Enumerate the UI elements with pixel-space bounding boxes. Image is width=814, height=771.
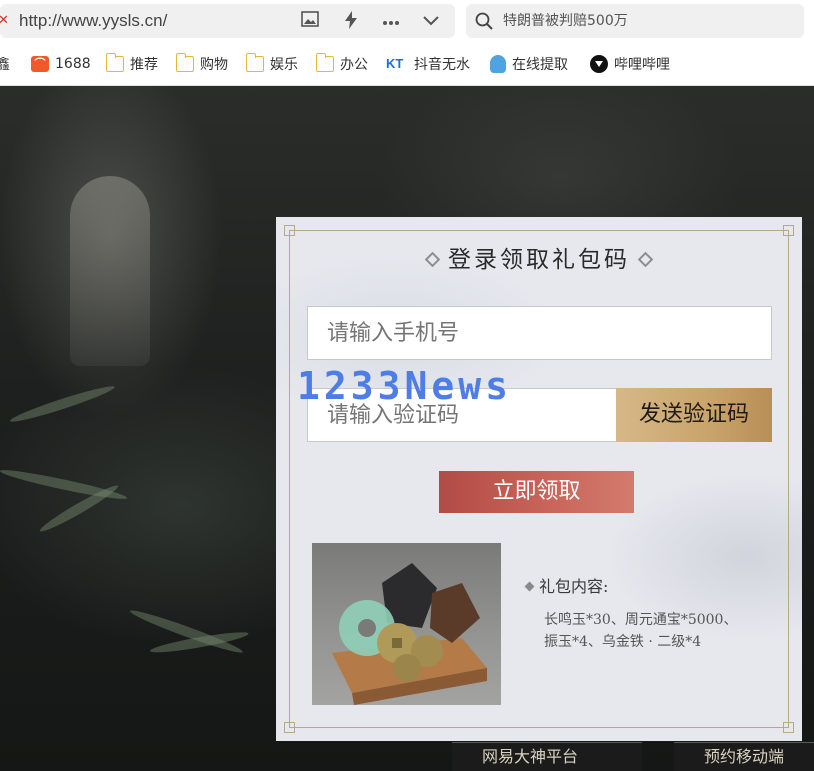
gift-contents-title: 礼包内容:	[524, 576, 609, 598]
claim-button[interactable]: 立即领取	[439, 471, 634, 513]
gift-title-text: 礼包内容:	[539, 577, 609, 596]
bookmark-label: 娱乐	[270, 57, 298, 73]
gift-contents-line: 长鸣玉*30、周元通宝*5000、	[544, 612, 738, 628]
diamond-bullet-icon	[524, 581, 535, 591]
bookmark-item[interactable]: 哔哩哔哩	[590, 53, 674, 75]
bookmark-item[interactable]: 在线提取	[490, 53, 574, 75]
character-figure	[70, 176, 150, 366]
bookmark-item[interactable]: 娱乐	[246, 53, 298, 75]
bookmark-item[interactable]: 推荐	[106, 53, 158, 75]
folder-icon	[316, 53, 334, 72]
insecure-icon: ✕	[0, 13, 9, 28]
bookmark-item[interactable]: 鑫	[0, 53, 16, 75]
panel-title: 登录领取礼包码	[276, 244, 802, 276]
lightning-icon[interactable]	[340, 11, 362, 31]
image-icon[interactable]	[299, 11, 321, 31]
search-input[interactable]: 特朗普被判赔500万	[503, 11, 628, 31]
frame-corner	[284, 722, 295, 733]
search-icon[interactable]	[475, 12, 493, 30]
folder-icon	[106, 53, 124, 72]
send-code-button[interactable]: 发送验证码	[616, 388, 772, 442]
more-icon[interactable]	[380, 11, 402, 31]
ghost-icon	[490, 55, 506, 73]
bookmark-item[interactable]: ⌒ 1688	[31, 53, 91, 75]
watermark: 1233News	[297, 364, 513, 408]
footer-tab-mobile[interactable]: 预约移动端	[674, 742, 814, 771]
bookmarks-bar: 鑫 ⌒ 1688 推荐 购物 娱乐 办公 KT 抖音无水 在线提取 哔哩哔哩	[0, 44, 814, 86]
login-panel: 登录领取礼包码 发送验证码 立即领取 礼包内容: 长鸣玉*30、周元通宝*500…	[276, 217, 802, 741]
kt-icon: KT	[386, 56, 404, 71]
search-bar[interactable]: 特朗普被判赔500万	[466, 4, 804, 38]
footer-tab-label: 预约移动端	[704, 747, 785, 766]
folder-icon	[176, 53, 194, 72]
bookmark-label: 在线提取	[512, 57, 568, 73]
bookmark-item[interactable]: 购物	[176, 53, 228, 75]
gift-pack-image	[312, 543, 501, 705]
bookmark-item[interactable]: KT 抖音无水	[386, 53, 470, 75]
address-bar[interactable]: ✕ http://www.yysls.cn/	[0, 4, 455, 38]
bookmark-label: 哔哩哔哩	[614, 57, 670, 73]
panel-title-text: 登录领取礼包码	[448, 247, 630, 273]
frame-corner	[284, 225, 295, 236]
footer-tab-label: 网易大神平台	[482, 747, 579, 766]
bookmark-label: 购物	[200, 57, 228, 73]
diamond-ornament-icon	[424, 251, 441, 267]
diamond-ornament-icon	[637, 251, 654, 267]
url-text[interactable]: http://www.yysls.cn/	[19, 10, 167, 32]
footer-tab-netease[interactable]: 网易大神平台	[452, 742, 642, 771]
alibaba-icon: ⌒	[31, 56, 49, 72]
folder-icon	[246, 53, 264, 72]
bilibili-icon	[590, 55, 608, 73]
bookmark-item[interactable]: 办公	[316, 53, 368, 75]
bookmark-label: 抖音无水	[414, 57, 470, 73]
bookmark-label: 办公	[340, 57, 368, 73]
frame-corner	[783, 225, 794, 236]
bookmark-label: 1688	[55, 56, 91, 72]
bookmark-label: 推荐	[130, 57, 158, 73]
frame-corner	[783, 722, 794, 733]
bookmark-label: 鑫	[0, 57, 10, 73]
chevron-down-icon[interactable]	[420, 11, 442, 31]
gift-contents-line: 振玉*4、乌金铁 · 二级*4	[544, 634, 702, 650]
phone-input[interactable]	[307, 306, 772, 360]
bamboo-leaf	[0, 466, 129, 503]
browser-toolbar: ✕ http://www.yysls.cn/ 特朗普被判赔500万	[0, 0, 814, 44]
bamboo-leaf	[8, 382, 117, 426]
